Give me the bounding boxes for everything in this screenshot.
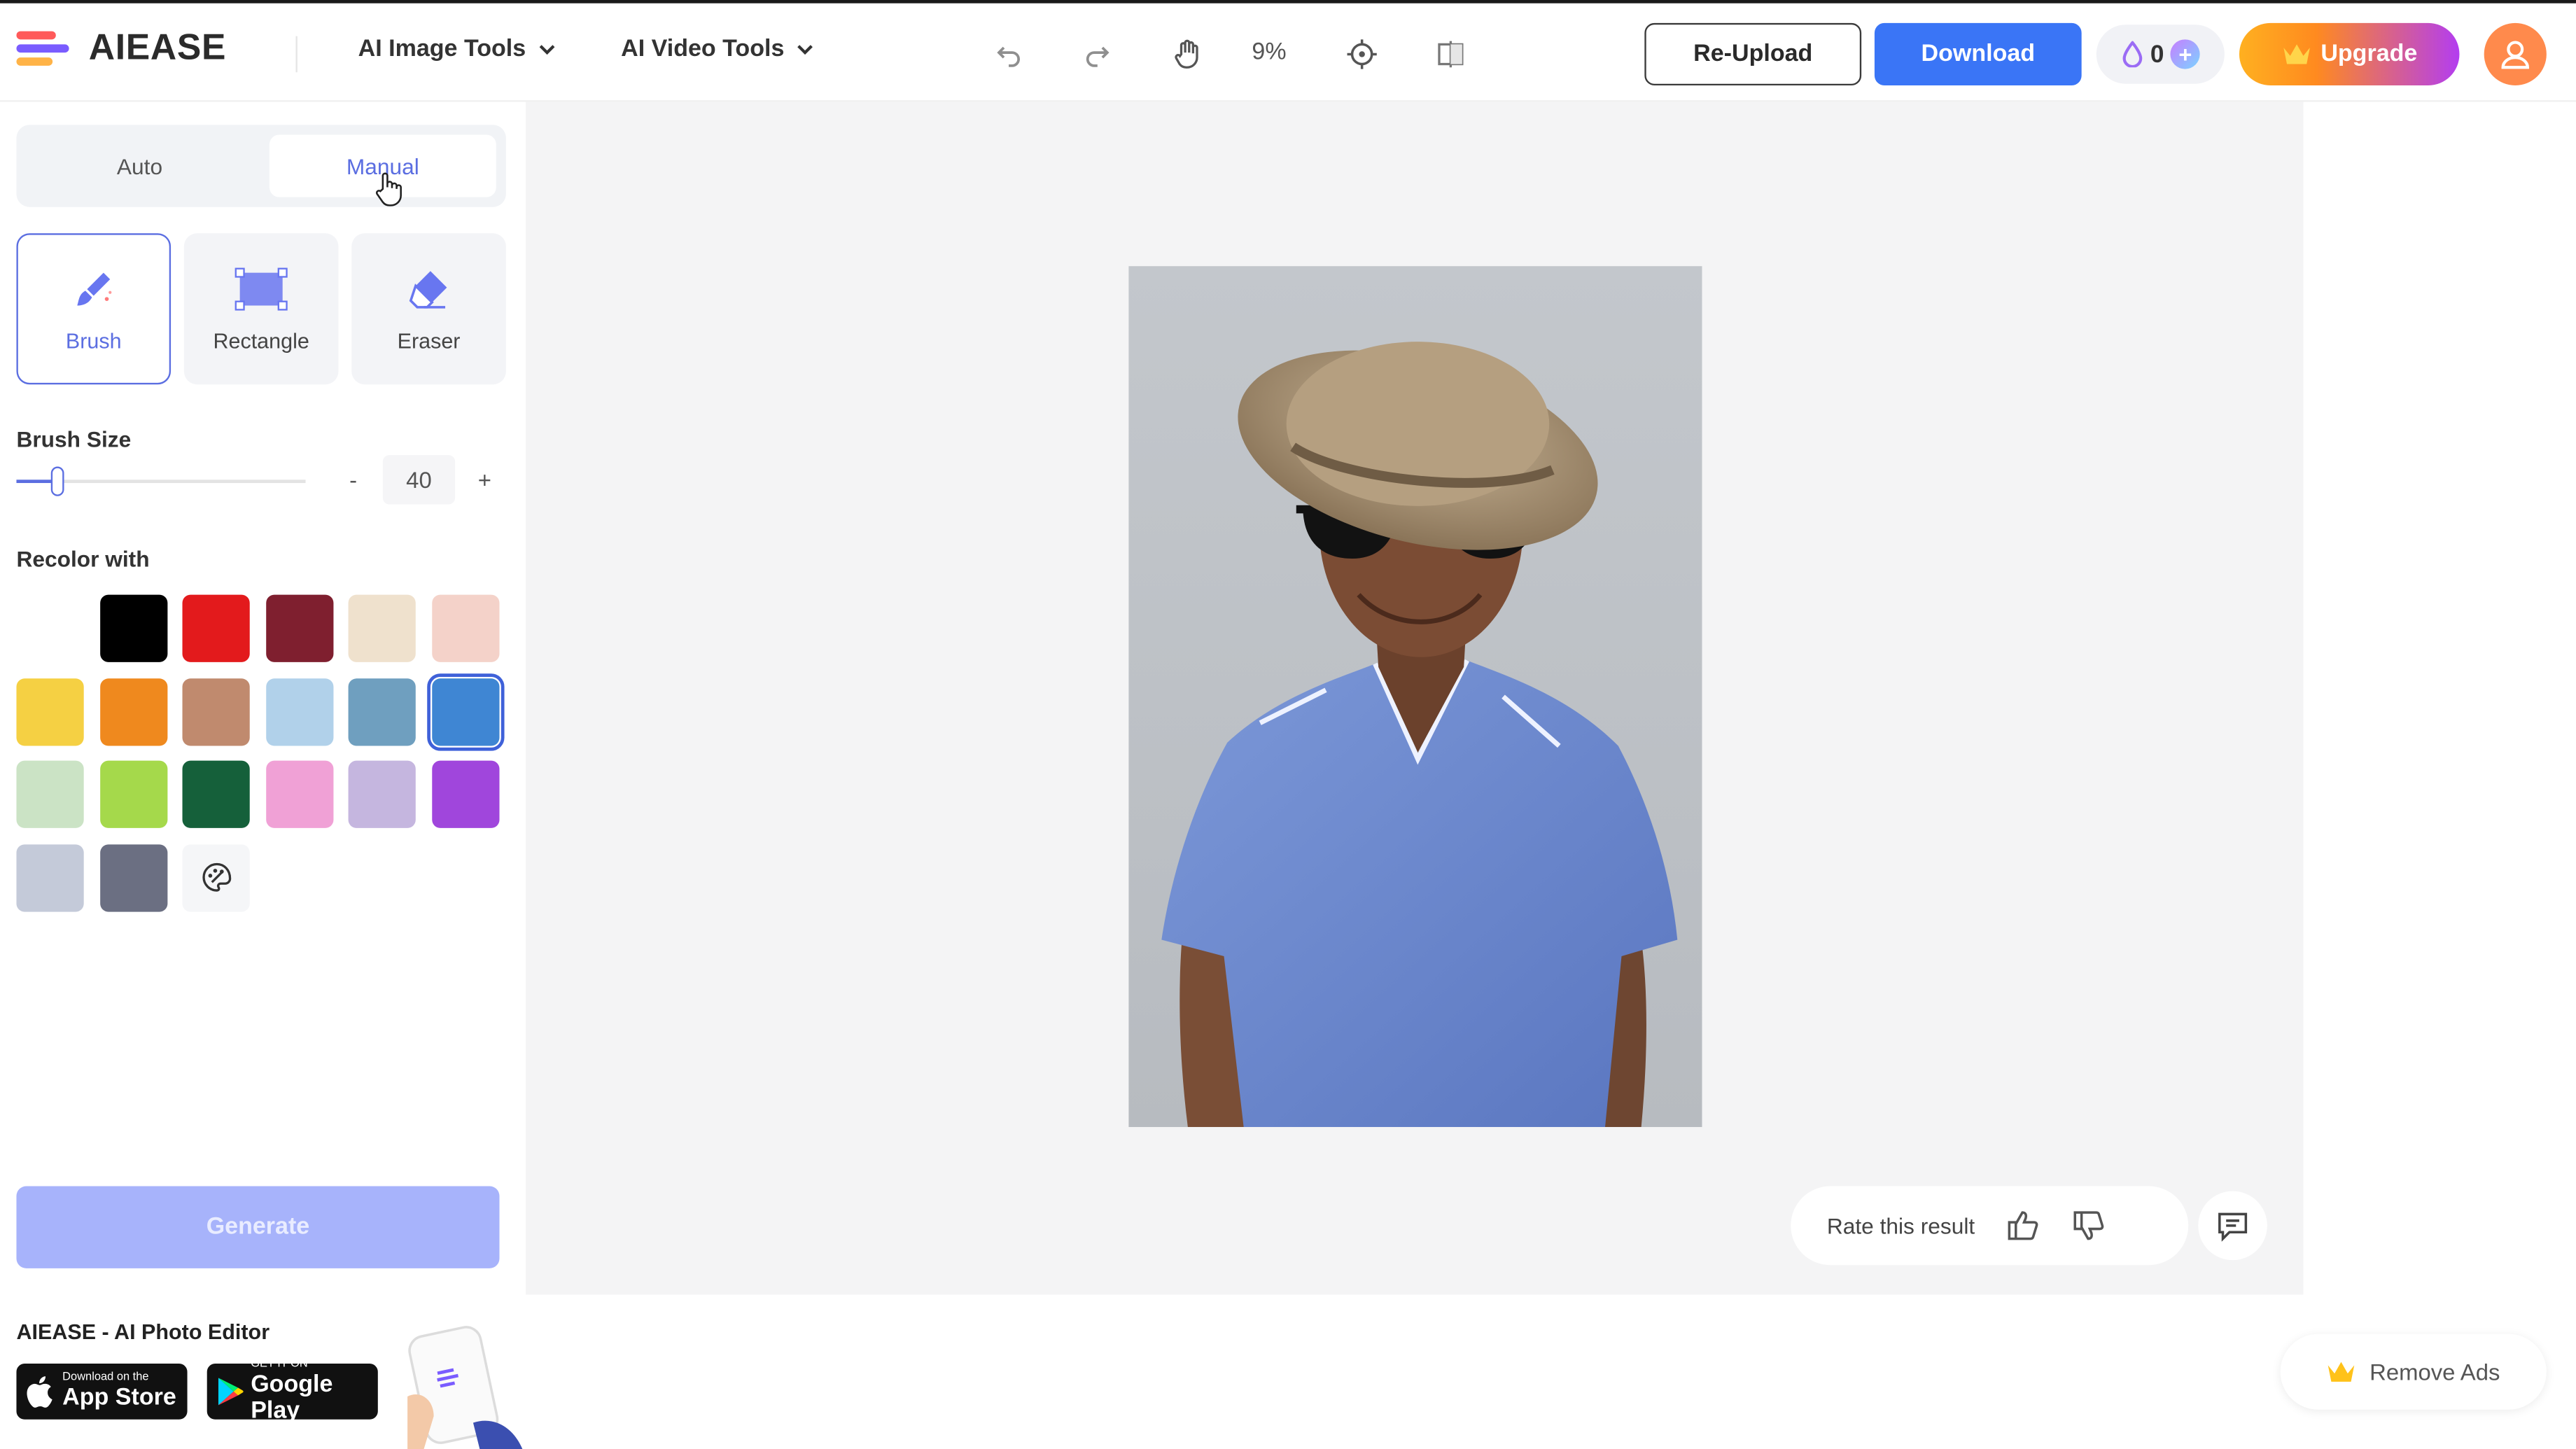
credit-drop-icon: [2122, 41, 2142, 68]
tool-label: Eraser: [397, 328, 461, 353]
tab-auto[interactable]: Auto: [27, 134, 253, 197]
chevron-down-icon: [798, 45, 813, 55]
chevron-down-icon: [539, 45, 555, 55]
add-credits-icon[interactable]: +: [2170, 39, 2201, 69]
color-swatch[interactable]: [348, 678, 416, 746]
brush-size-stepper: - 40 +: [332, 454, 506, 506]
promo-title: AIEASE - AI Photo Editor: [16, 1319, 270, 1344]
remove-ads-button[interactable]: Remove Ads: [2280, 1334, 2547, 1410]
undo-icon[interactable]: [988, 33, 1030, 76]
slider-thumb[interactable]: [50, 466, 64, 496]
credits-badge[interactable]: 0 +: [2096, 24, 2225, 84]
tool-eraser[interactable]: Eraser: [351, 233, 506, 385]
color-swatch[interactable]: [265, 678, 333, 746]
color-swatch[interactable]: [431, 760, 499, 828]
brush-icon: [77, 272, 112, 305]
phone-mockup-icon: [407, 1326, 523, 1449]
color-swatch[interactable]: [426, 673, 504, 750]
mode-toggle: Auto Manual: [16, 125, 506, 207]
rate-result-bar: Rate this result: [1791, 1186, 2189, 1266]
brush-size-value[interactable]: 40: [382, 455, 456, 505]
nav-label: AI Video Tools: [621, 36, 785, 63]
credits-count: 0: [2150, 40, 2164, 69]
brush-size-label: Brush Size: [16, 427, 132, 452]
edited-photo[interactable]: [1128, 266, 1702, 1128]
reupload-button[interactable]: Re-Upload: [1644, 22, 1862, 86]
tool-brush[interactable]: Brush: [16, 233, 172, 385]
crown-icon: [2328, 1362, 2355, 1382]
top-header: AIEASE AI Image Tools AI Video Tools 9% …: [0, 0, 2576, 102]
logo-icon: [16, 24, 78, 71]
color-swatch[interactable]: [16, 844, 84, 911]
color-swatch[interactable]: [182, 678, 250, 746]
google-play-text: GET IT ON Google Play: [251, 1358, 333, 1424]
decrease-button[interactable]: -: [332, 467, 374, 493]
remove-ads-label: Remove Ads: [2370, 1358, 2500, 1385]
crown-icon: [2283, 44, 2309, 64]
feedback-icon: [2218, 1212, 2248, 1242]
generate-button[interactable]: Generate: [16, 1186, 500, 1268]
app-window: AIEASE AI Image Tools AI Video Tools 9% …: [0, 0, 2576, 1449]
nav-ai-image-tools[interactable]: AI Image Tools: [358, 36, 559, 63]
increase-button[interactable]: +: [463, 467, 506, 493]
color-swatch[interactable]: [348, 760, 416, 828]
portrait-image: [1128, 266, 1702, 1128]
compare-icon[interactable]: [1429, 33, 1472, 76]
app-store-badge[interactable]: Download on the App Store: [16, 1364, 188, 1420]
color-swatch[interactable]: [16, 760, 84, 828]
recolor-label: Recolor with: [16, 547, 150, 572]
user-icon: [2501, 41, 2529, 69]
color-swatch[interactable]: [16, 678, 84, 746]
palette-icon[interactable]: [182, 844, 250, 911]
color-swatch[interactable]: [99, 760, 167, 828]
hand-icon[interactable]: [1166, 33, 1209, 76]
apple-icon: [27, 1376, 52, 1408]
eraser-icon: [409, 270, 447, 308]
thumbs-up-icon[interactable]: [2004, 1208, 2040, 1244]
left-sidebar: Auto Manual Brush Rectangle Eraser Brush…: [0, 102, 526, 1449]
canvas-workspace[interactable]: Rate this result: [526, 102, 2304, 1295]
thumbs-down-icon[interactable]: [2070, 1208, 2106, 1244]
user-avatar[interactable]: [2484, 22, 2547, 86]
color-swatch[interactable]: [431, 594, 499, 662]
download-button[interactable]: Download: [1874, 22, 2082, 86]
google-play-badge[interactable]: GET IT ON Google Play: [206, 1359, 378, 1424]
nav-label: AI Image Tools: [358, 36, 526, 63]
hand-pointer-cursor-icon: [375, 172, 402, 206]
color-swatch[interactable]: [99, 678, 167, 746]
color-swatch[interactable]: [182, 594, 250, 662]
feedback-button[interactable]: [2198, 1191, 2267, 1261]
color-swatch[interactable]: [348, 594, 416, 662]
rectangle-select-icon: [234, 267, 288, 310]
tool-label: Brush: [65, 328, 122, 353]
color-swatch[interactable]: [265, 760, 333, 828]
app-store-text: Download on the App Store: [62, 1371, 176, 1412]
tool-label: Rectangle: [213, 328, 309, 353]
color-swatch[interactable]: [99, 844, 167, 911]
color-swatch[interactable]: [182, 760, 250, 828]
header-divider: [295, 36, 298, 73]
upgrade-label: Upgrade: [2320, 41, 2418, 68]
redo-icon[interactable]: [1076, 33, 1119, 76]
color-swatch[interactable]: [99, 594, 167, 662]
logo-text: AIEASE: [88, 26, 227, 68]
color-swatch[interactable]: [16, 594, 84, 662]
brush-size-slider[interactable]: [16, 466, 306, 496]
tool-rectangle[interactable]: Rectangle: [183, 233, 339, 385]
nav-ai-video-tools[interactable]: AI Video Tools: [621, 36, 817, 63]
target-icon[interactable]: [1340, 33, 1383, 76]
color-swatch[interactable]: [265, 594, 333, 662]
zoom-level[interactable]: 9%: [1252, 39, 1286, 66]
logo[interactable]: AIEASE: [16, 23, 226, 72]
rate-label: Rate this result: [1826, 1213, 1975, 1238]
google-play-icon: [218, 1378, 244, 1406]
upgrade-button[interactable]: Upgrade: [2239, 22, 2460, 86]
